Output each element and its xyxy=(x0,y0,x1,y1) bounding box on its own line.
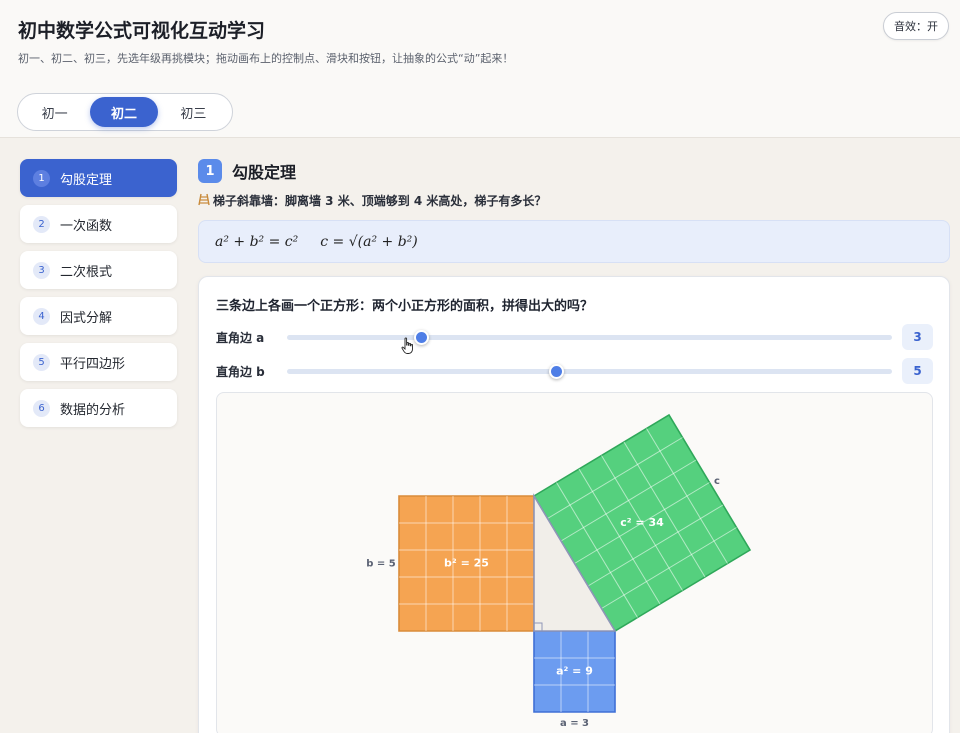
slider-value-b: 5 xyxy=(902,358,933,384)
a-square-label: a² = 9 xyxy=(556,665,593,678)
sound-toggle-button[interactable]: 音效：开 xyxy=(883,12,949,40)
scenario-text: 梯子斜靠墙：脚离墙 3 米、顶端够到 4 米高处，梯子有多长？ xyxy=(198,192,950,212)
slider-value-a: 3 xyxy=(902,324,933,350)
card-question: 三条边上各画一个正方形：两个小正方形的面积，拼得出大的吗？ xyxy=(216,299,594,314)
sidebar-item-number: 1 xyxy=(33,169,50,187)
hand-cursor-icon xyxy=(401,337,415,359)
sidebar-item-label: 因式分解 xyxy=(60,310,113,326)
sidebar-item-data-analysis[interactable]: 6 数据的分析 xyxy=(20,389,177,427)
section-header: 1 勾股定理 xyxy=(198,158,950,184)
app-header: 初中数学公式可视化互动学习 初一、初二、初三，先选年级再挑模块；拖动画布上的控制… xyxy=(0,0,960,138)
pythagorean-figure: b² = 25 a² = 9 c² = 34 b = 5 a = 3 c xyxy=(366,413,752,729)
page-subtitle: 初一、初二、初三，先选年级再挑模块；拖动画布上的控制点、滑块和按钮，让抽象的公式… xyxy=(18,52,514,65)
section-title: 勾股定理 xyxy=(232,163,297,182)
geometry-canvas[interactable]: b² = 25 a² = 9 c² = 34 b = 5 a = 3 c xyxy=(216,392,933,733)
sidebar-item-label: 数据的分析 xyxy=(60,402,126,418)
sidebar-item-number: 2 xyxy=(33,215,50,233)
sidebar-item-number: 4 xyxy=(33,307,50,325)
formula-pythagorean: a² + b² = c² xyxy=(215,233,299,250)
slider-row-b: 直角边 b 5 xyxy=(216,358,933,384)
sidebar-item-parallelogram[interactable]: 5 平行四边形 xyxy=(20,343,177,381)
scenario-label: 梯子斜靠墙：脚离墙 3 米、顶端够到 4 米高处，梯子有多长？ xyxy=(213,194,547,208)
ladder-icon xyxy=(198,193,210,206)
sidebar-item-radicals[interactable]: 3 二次根式 xyxy=(20,251,177,289)
slider-label-b: 直角边 b xyxy=(216,365,265,379)
grade-tabs: 初一 初二 初三 xyxy=(17,93,233,131)
sidebar-item-factoring[interactable]: 4 因式分解 xyxy=(20,297,177,335)
sidebar-item-pythagorean[interactable]: 1 勾股定理 xyxy=(20,159,177,197)
sidebar-item-label: 平行四边形 xyxy=(60,356,126,372)
b-side-label: b = 5 xyxy=(366,559,396,570)
grade-tab-1[interactable]: 初一 xyxy=(21,97,88,127)
interactive-card: 三条边上各画一个正方形：两个小正方形的面积，拼得出大的吗？ 直角边 a 3 直角… xyxy=(198,276,950,733)
sidebar-item-label: 二次根式 xyxy=(60,264,113,280)
module-content: 1 勾股定理 梯子斜靠墙：脚离墙 3 米、顶端够到 4 米高处，梯子有多长？ a… xyxy=(198,158,950,733)
sidebar-item-number: 3 xyxy=(33,261,50,279)
slider-thumb-a[interactable] xyxy=(414,330,430,345)
slider-track-b[interactable] xyxy=(287,364,892,379)
sidebar-item-number: 5 xyxy=(33,353,50,371)
slider-track-a[interactable] xyxy=(287,330,892,345)
grade-tab-3[interactable]: 初三 xyxy=(160,97,227,127)
sidebar-item-label: 一次函数 xyxy=(60,218,113,234)
a-side-label: a = 3 xyxy=(560,718,589,729)
page-title: 初中数学公式可视化互动学习 xyxy=(18,20,266,42)
slider-label-a: 直角边 a xyxy=(216,331,265,345)
formula-box: a² + b² = c² c = √(a² + b²) xyxy=(198,220,950,263)
grade-tab-2[interactable]: 初二 xyxy=(90,97,158,127)
section-number-badge: 1 xyxy=(198,159,222,183)
c-side-label: c xyxy=(714,476,720,487)
b-square-label: b² = 25 xyxy=(444,557,489,570)
c-square-label: c² = 34 xyxy=(620,516,664,529)
slider-row-a: 直角边 a 3 xyxy=(216,324,933,350)
sidebar-item-label: 勾股定理 xyxy=(60,172,113,188)
slider-thumb-b[interactable] xyxy=(548,364,564,379)
sidebar-item-linear-function[interactable]: 2 一次函数 xyxy=(20,205,177,243)
sidebar-item-number: 6 xyxy=(33,399,50,417)
module-sidebar: 1 勾股定理 2 一次函数 3 二次根式 4 因式分解 5 平行四边形 6 数据… xyxy=(20,159,177,435)
formula-hypotenuse: c = √(a² + b²) xyxy=(320,233,418,250)
